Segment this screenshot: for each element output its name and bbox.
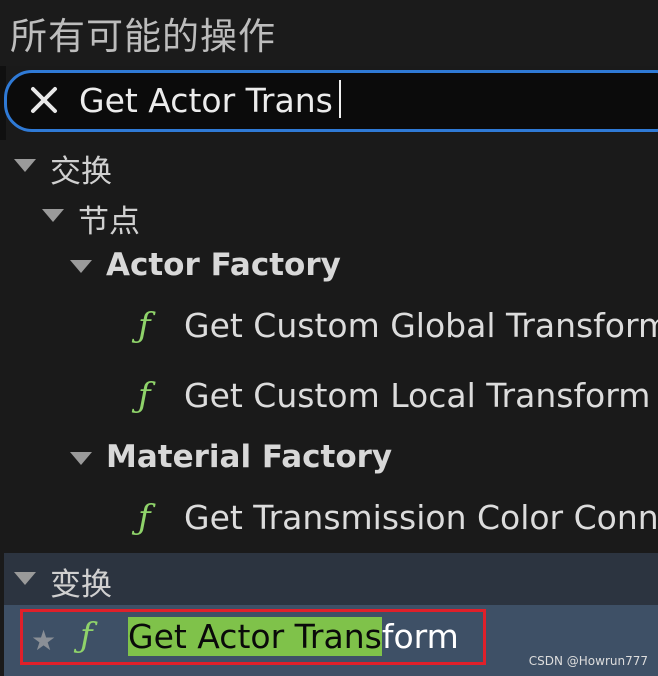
text-caret: [339, 80, 341, 118]
group-row-actor-factory[interactable]: Actor Factory: [0, 243, 658, 291]
function-label: Get Custom Local Transform: [184, 376, 651, 415]
close-icon[interactable]: [27, 83, 61, 117]
category-label: 变换: [50, 567, 112, 603]
expand-arrow-icon[interactable]: [14, 159, 36, 172]
list-item[interactable]: ƒ Get Custom Local Transform: [0, 370, 658, 430]
subcategory-label: 节点: [78, 204, 140, 240]
search-box[interactable]: [4, 70, 658, 132]
title-bar: 所有可能的操作: [0, 0, 658, 66]
category-row-exchange[interactable]: 交换: [0, 142, 658, 190]
function-icon: ƒ: [138, 376, 151, 416]
expand-arrow-icon[interactable]: [70, 260, 92, 273]
category-row-transform[interactable]: 变换: [4, 553, 658, 605]
group-label: Actor Factory: [106, 247, 341, 283]
group-row-material-factory[interactable]: Material Factory: [0, 435, 658, 483]
search-input[interactable]: [79, 80, 639, 120]
function-label: Get Custom Global Transform: [184, 306, 658, 345]
function-icon: ƒ: [138, 498, 151, 538]
category-label: 交换: [50, 154, 112, 190]
list-item[interactable]: ƒ Get Transmission Color Conn: [0, 492, 658, 552]
function-icon: ƒ: [138, 306, 151, 346]
expand-arrow-icon[interactable]: [42, 209, 64, 222]
subcategory-row-nodes[interactable]: 节点: [0, 192, 658, 240]
annotation-highlight-box: [20, 609, 486, 665]
function-label: Get Transmission Color Conn: [184, 498, 658, 537]
group-label: Material Factory: [106, 439, 393, 475]
expand-arrow-icon[interactable]: [14, 572, 36, 585]
watermark: CSDN @Howrun777: [528, 654, 648, 668]
panel-title: 所有可能的操作: [10, 15, 276, 58]
expand-arrow-icon[interactable]: [70, 452, 92, 465]
list-item[interactable]: ƒ Get Custom Global Transform: [0, 300, 658, 360]
